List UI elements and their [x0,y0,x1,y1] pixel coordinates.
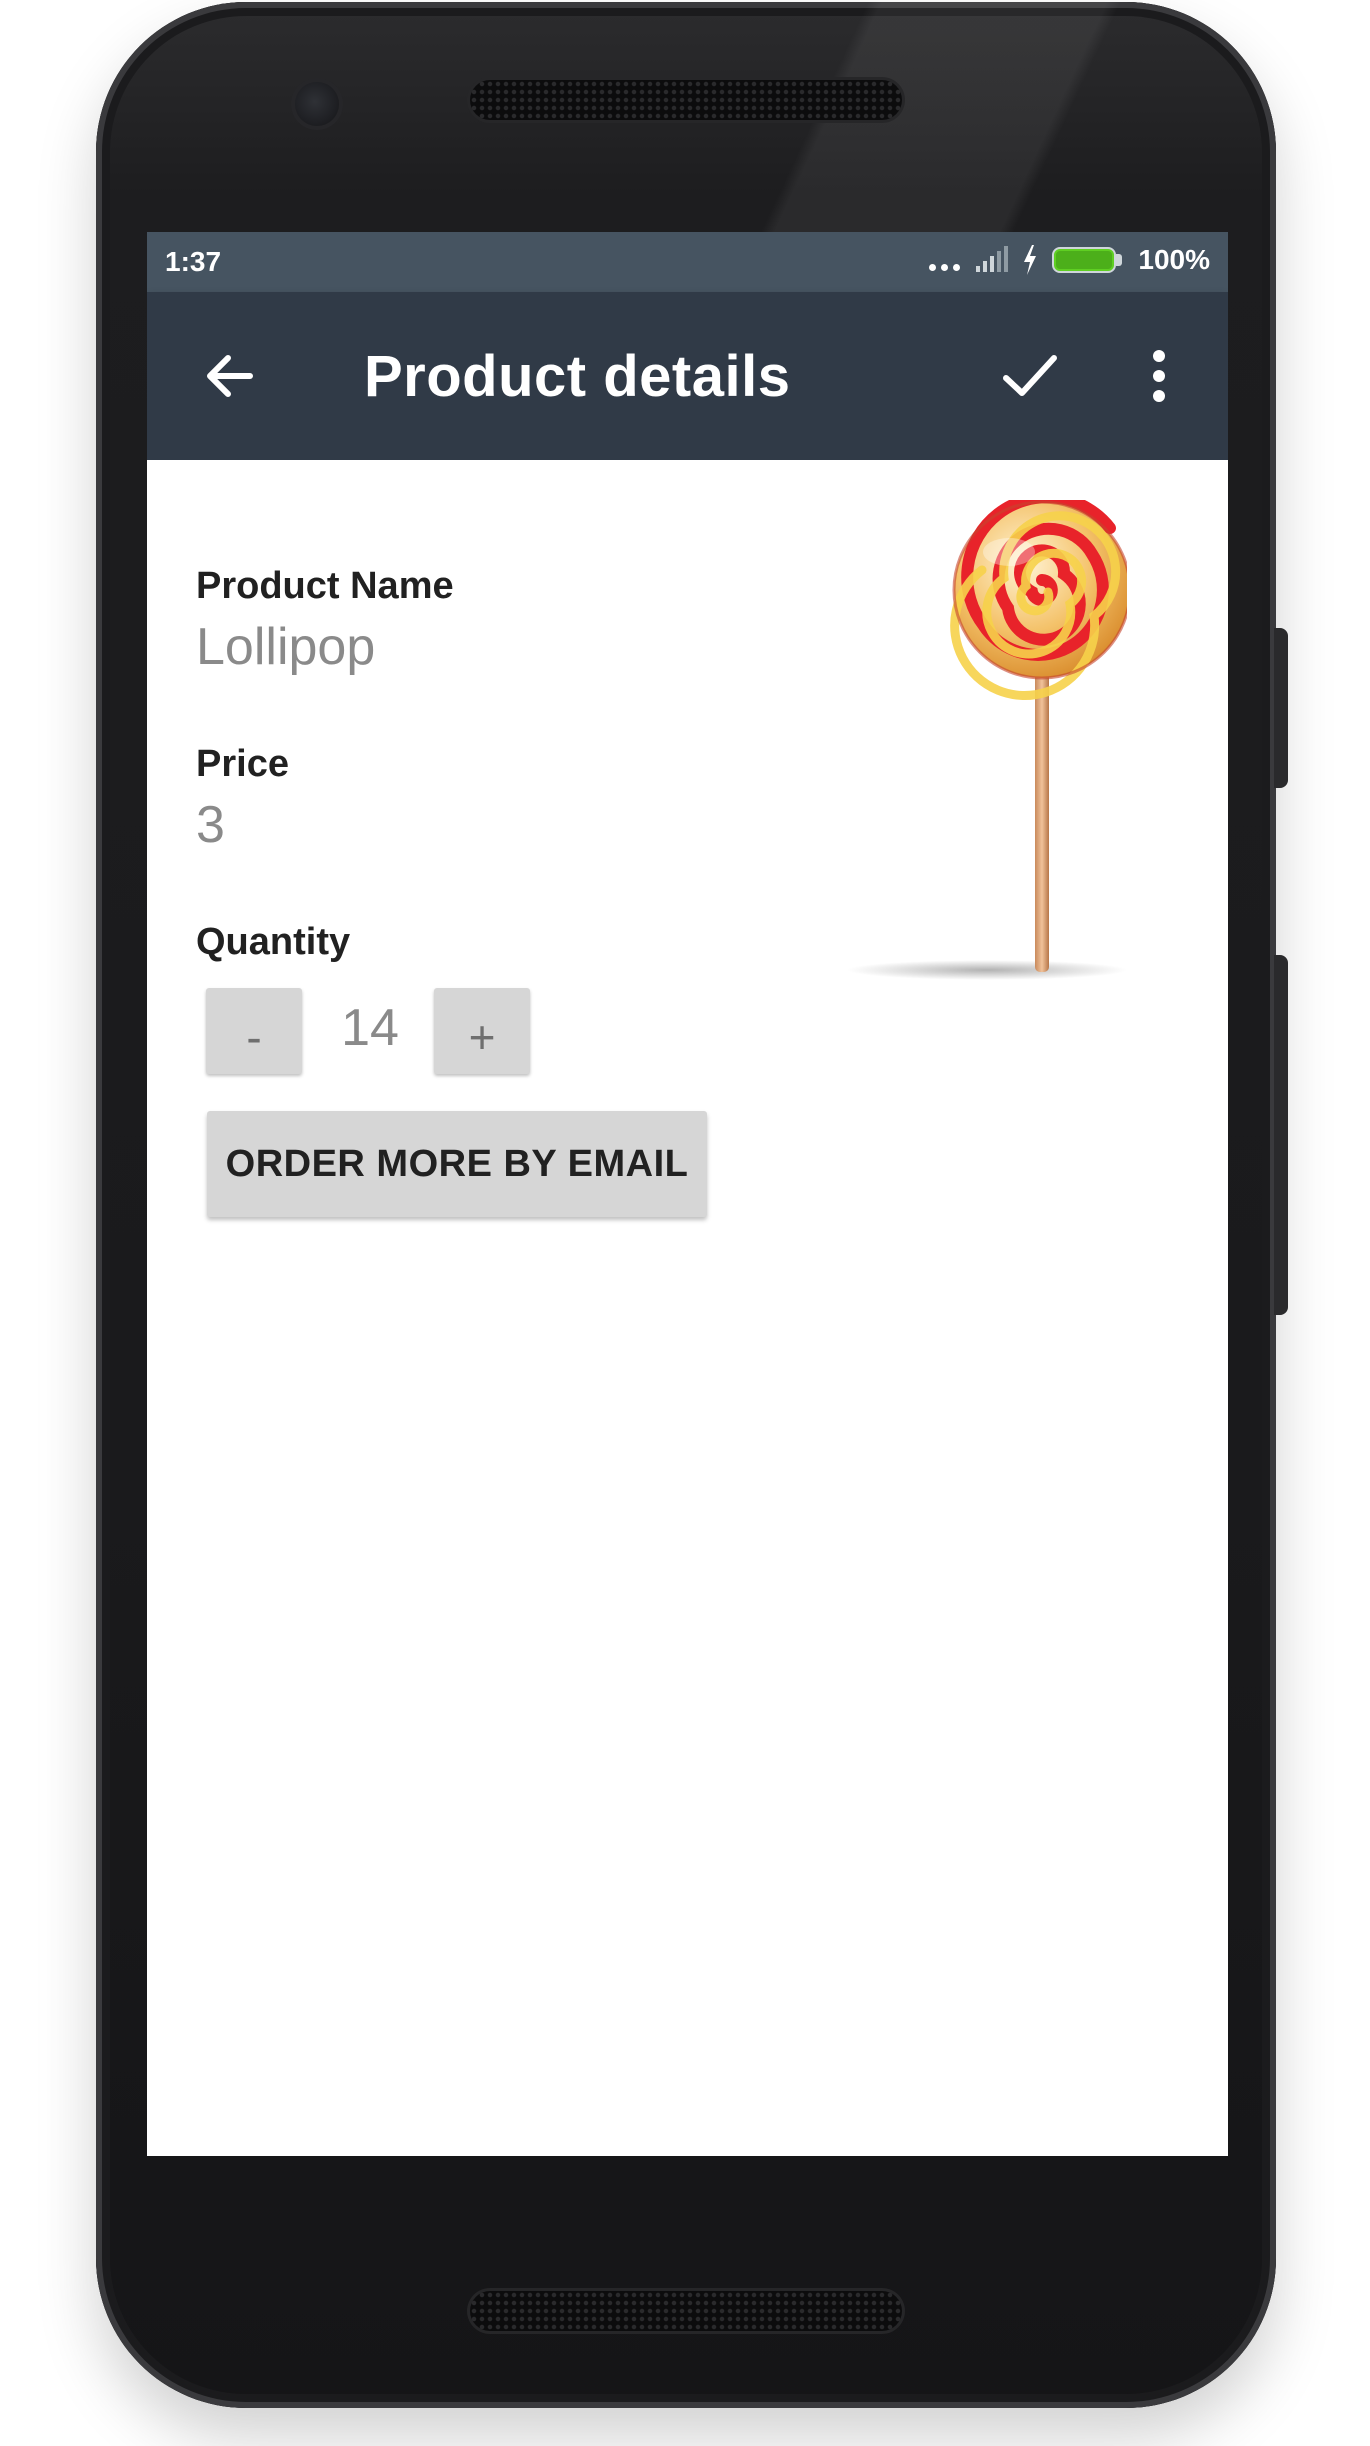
status-bar: 1:37 100% [147,232,1228,292]
price-value[interactable]: 3 [196,795,225,855]
price-label: Price [196,743,289,785]
top-speaker [470,80,902,120]
front-camera [295,82,339,126]
stage: 1:37 100% Product details Product Name L… [0,0,1370,2446]
signal-icon [976,246,1009,272]
more-dots-icon [929,263,961,271]
product-details-content: Product Name Lollipop Price 3 Quantity -… [147,460,1228,2156]
app-bar: Product details [147,292,1228,460]
back-button[interactable] [195,341,265,411]
bottom-speaker [470,2291,902,2331]
volume-button [1274,955,1288,1315]
checkmark-icon [1003,355,1057,396]
status-time: 1:37 [165,246,222,277]
battery-percent: 100% [1138,244,1210,275]
status-icons: 100% [929,244,1210,276]
quantity-label: Quantity [196,921,351,963]
save-button[interactable] [995,341,1065,411]
phone-screen: 1:37 100% Product details Product Name L… [147,232,1228,2156]
overflow-menu-icon [1153,350,1165,402]
decrement-quantity-button[interactable]: - [206,988,302,1074]
product-name-label: Product Name [196,565,454,607]
product-name-value[interactable]: Lollipop [196,617,375,677]
page-title: Product details [364,344,791,409]
charging-icon [1024,245,1037,275]
back-arrow-icon [207,355,253,397]
increment-quantity-button[interactable]: + [434,988,530,1074]
battery-icon [1052,245,1124,275]
quantity-value: 14 [341,999,399,1057]
order-more-by-email-button[interactable]: ORDER MORE BY EMAIL [207,1111,707,1217]
overflow-menu-button[interactable] [1127,341,1191,411]
lollipop-image [847,500,1127,980]
power-button [1274,628,1288,788]
